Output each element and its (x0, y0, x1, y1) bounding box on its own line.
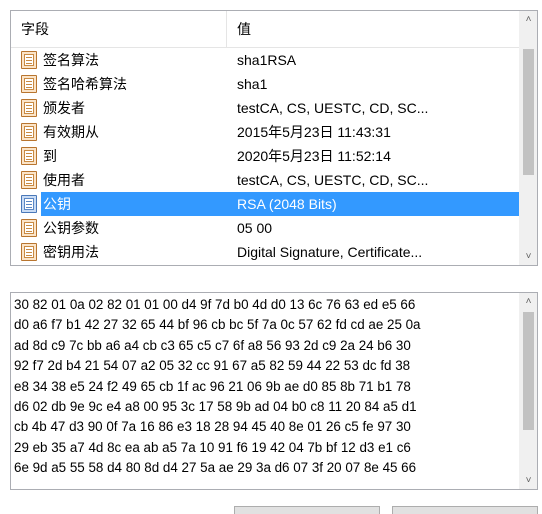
field-name: 公钥参数 (43, 220, 99, 236)
certificate-doc-icon (21, 51, 37, 69)
list-header: 字段 值 (11, 11, 519, 48)
hex-content: 30 82 01 0a 02 82 01 01 00 d4 9f 7d b0 4… (14, 295, 517, 479)
field-name: 签名哈希算法 (43, 76, 127, 92)
field-cell: 公钥 (17, 192, 227, 216)
scroll-up-arrow-icon[interactable]: ˄ (520, 293, 537, 310)
hex-line: 6e 9d a5 55 58 d4 80 8d d4 27 5a ae 29 3… (14, 460, 417, 476)
certificate-doc-icon (21, 123, 37, 141)
scrollbar-thumb[interactable] (523, 312, 534, 430)
certificate-doc-icon (21, 219, 37, 237)
certificate-details-panel: 字段 值 签名算法 sha1RSA 签名哈希算法 sha1 颁发者 testCA, CS,… (0, 0, 542, 514)
field-cell: 签名哈希算法 (17, 72, 227, 96)
list-vertical-scrollbar[interactable]: ˄ ˅ (519, 11, 537, 265)
scroll-down-arrow-icon[interactable]: ˅ (520, 472, 537, 489)
field-value: testCA, CS, UESTC, CD, SC... (237, 172, 429, 188)
list-item[interactable]: 公钥参数 05 00 (11, 216, 519, 240)
field-cell: 密钥用法 (17, 240, 227, 264)
field-name: 密钥用法 (43, 244, 99, 260)
column-header-field[interactable]: 字段 (11, 11, 227, 47)
list-item[interactable]: 到 2020年5月23日 11:52:14 (11, 144, 519, 168)
certificate-doc-icon (21, 99, 37, 117)
certificate-doc-icon (21, 75, 37, 93)
list-item[interactable]: 有效期从 2015年5月23日 11:43:31 (11, 120, 519, 144)
field-value: sha1RSA (237, 52, 297, 68)
field-cell: 到 (17, 144, 227, 168)
field-name: 使用者 (43, 172, 85, 188)
field-cell: 使用者 (17, 168, 227, 192)
field-list[interactable]: 字段 值 签名算法 sha1RSA 签名哈希算法 sha1 颁发者 testCA, CS,… (10, 10, 538, 266)
copy-to-file-button[interactable] (392, 506, 538, 514)
field-value: 05 00 (237, 220, 273, 236)
hex-line: ad 8d c9 7c bb a6 a4 cb c3 65 c5 c7 6f a… (14, 337, 411, 353)
certificate-doc-icon (21, 195, 37, 213)
field-cell: 颁发者 (17, 96, 227, 120)
field-value: sha1 (237, 76, 268, 92)
scroll-down-arrow-icon[interactable]: ˅ (520, 248, 537, 265)
value-detail-textarea[interactable]: 30 82 01 0a 02 82 01 01 00 d4 9f 7d b0 4… (10, 292, 538, 490)
hex-line: e8 34 38 e5 24 f2 49 65 cb 1f ac 96 21 0… (14, 378, 411, 394)
hex-line: d0 a6 f7 b1 42 27 32 65 44 bf 96 cb bc 5… (14, 317, 421, 333)
list-item[interactable]: 使用者 testCA, CS, UESTC, CD, SC... (11, 168, 519, 192)
column-header-value[interactable]: 值 (227, 11, 519, 47)
field-name: 到 (43, 148, 57, 164)
textarea-vertical-scrollbar[interactable]: ˄ ˅ (519, 293, 537, 489)
certificate-doc-icon (21, 171, 37, 189)
hex-line: 30 82 01 0a 02 82 01 01 00 d4 9f 7d b0 4… (14, 297, 416, 312)
edit-properties-button[interactable] (234, 506, 380, 514)
list-item[interactable]: 密钥用法 Digital Signature, Certificate... (11, 240, 519, 264)
hex-line: 92 f7 2d b4 21 54 07 a2 05 32 cc 91 67 a… (14, 358, 411, 374)
field-value: 2015年5月23日 11:43:31 (237, 124, 391, 140)
field-cell: 有效期从 (17, 120, 227, 144)
field-value: testCA, CS, UESTC, CD, SC... (237, 100, 429, 116)
list-item[interactable]: 颁发者 testCA, CS, UESTC, CD, SC... (11, 96, 519, 120)
field-name: 有效期从 (43, 124, 99, 140)
field-name: 签名算法 (43, 52, 99, 68)
hex-line: 29 eb 35 a7 4d 8c ea ab a5 7a 10 91 f6 1… (14, 439, 411, 455)
field-name: 公钥 (41, 192, 227, 216)
field-value: 2020年5月23日 11:52:14 (237, 148, 391, 164)
hex-line: cb 4b 47 d3 90 0f 7a 16 86 e3 18 28 94 4… (14, 419, 411, 435)
hex-line: d6 02 db 9e 9c e4 a8 00 95 3c 17 58 9b a… (14, 398, 417, 414)
field-cell: 签名算法 (17, 48, 227, 72)
scrollbar-thumb[interactable] (523, 49, 534, 175)
list-item[interactable]: 签名算法 sha1RSA (11, 48, 519, 72)
list-item[interactable]: 公钥 RSA (2048 Bits) (11, 192, 519, 216)
list-item[interactable]: 签名哈希算法 sha1 (11, 72, 519, 96)
scroll-up-arrow-icon[interactable]: ˄ (520, 11, 537, 28)
field-value: RSA (2048 Bits) (227, 192, 519, 216)
certificate-doc-icon (21, 147, 37, 165)
certificate-doc-icon (21, 243, 37, 261)
field-cell: 公钥参数 (17, 216, 227, 240)
field-name: 颁发者 (43, 100, 85, 116)
field-value: Digital Signature, Certificate... (237, 244, 423, 260)
list-rows: 签名算法 sha1RSA 签名哈希算法 sha1 颁发者 testCA, CS, UEST… (11, 48, 519, 265)
